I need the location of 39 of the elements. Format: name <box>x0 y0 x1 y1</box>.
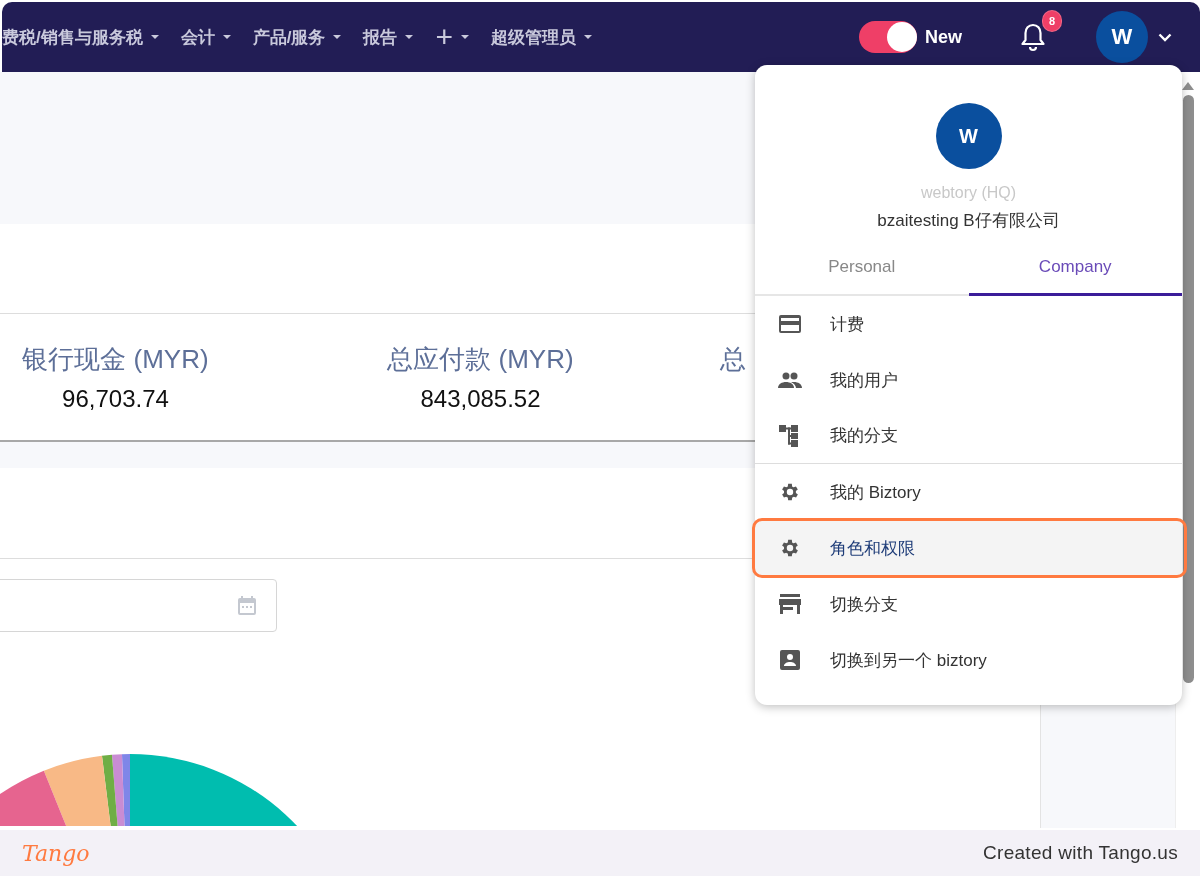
people-icon <box>778 372 802 388</box>
nav-menu[interactable]: 会计 <box>180 25 231 49</box>
notification-badge: 8 <box>1042 10 1062 32</box>
stat-label: 银行现金 (MYR) <box>22 342 209 376</box>
date-field[interactable] <box>0 579 277 632</box>
chevron-down-icon[interactable] <box>1158 33 1172 42</box>
scrollbar-thumb[interactable] <box>1183 95 1194 683</box>
settings-icon <box>779 481 801 503</box>
menu-item[interactable]: 计费 <box>755 296 1182 352</box>
user-avatar: W <box>935 103 1002 169</box>
tango-logo: Tango <box>22 840 90 866</box>
stat-label: 总应付款 (MYR) <box>387 342 574 376</box>
stat-value: 843,085.52 <box>420 384 541 413</box>
settings-icon <box>779 537 801 559</box>
nav-menu[interactable]: 超级管理员 <box>491 25 592 49</box>
hierarchy-icon <box>779 424 801 447</box>
add-menu[interactable]: + <box>435 22 469 52</box>
menu-item[interactable]: 切换分支 <box>755 576 1182 632</box>
menu-tab[interactable]: Personal <box>755 240 969 296</box>
contact-card-icon <box>780 650 800 670</box>
company-name: bzaitesting B仔有限公司 <box>877 210 1060 232</box>
stat-label: 总 <box>720 342 746 376</box>
notification-bell-icon[interactable] <box>1020 22 1046 52</box>
menu-item[interactable]: 我的用户 <box>755 352 1182 408</box>
nav-menu[interactable]: 报告 <box>363 25 414 49</box>
nav-menu[interactable]: 产品/服务 <box>252 25 342 49</box>
menu-tab[interactable]: Company <box>968 240 1182 296</box>
nav-menu[interactable]: 费税/销售与服务税 <box>2 25 159 49</box>
menu-item[interactable]: 我的 Biztory <box>755 464 1182 520</box>
toggle-switch[interactable] <box>859 21 917 53</box>
menu-item[interactable]: 切换到另一个 biztory <box>755 632 1182 688</box>
stat-value: 96,703.74 <box>62 384 169 413</box>
footer-credit: Created with Tango.us <box>983 842 1178 864</box>
menu-item[interactable]: 我的分支 <box>755 408 1182 464</box>
scroll-up-icon[interactable] <box>1182 82 1194 90</box>
credit-card-icon <box>779 315 801 333</box>
toggle-label: New <box>925 26 962 48</box>
storefront-icon <box>779 594 801 614</box>
user-avatar[interactable]: W <box>1096 11 1148 63</box>
